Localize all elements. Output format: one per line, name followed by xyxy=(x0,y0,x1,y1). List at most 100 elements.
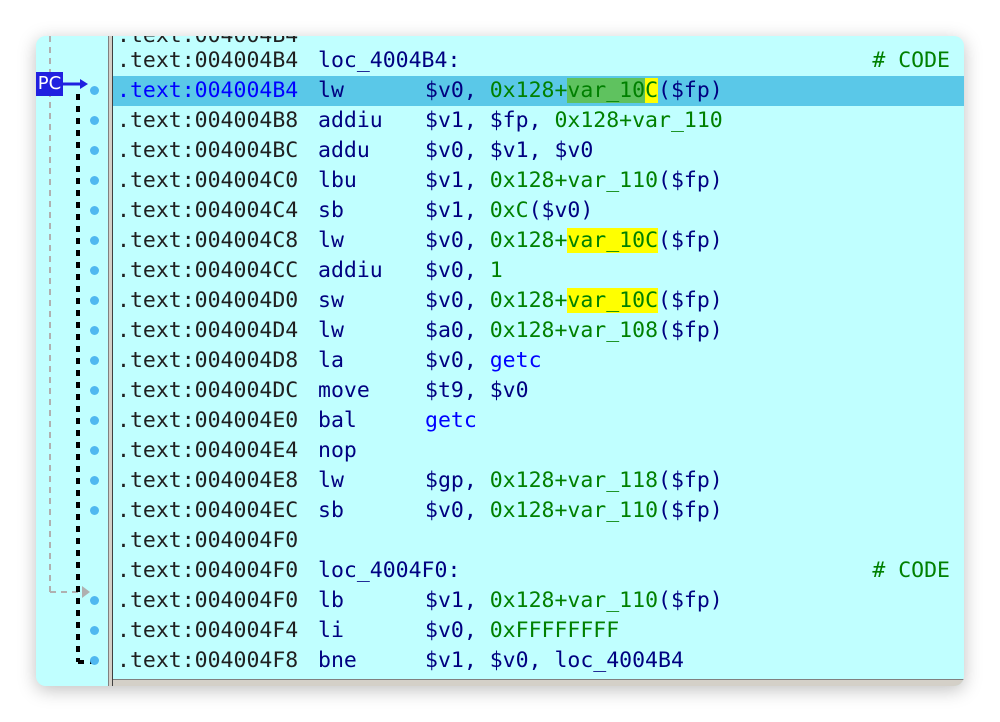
address: .text:004004B4 xyxy=(117,78,299,103)
listing-row[interactable]: .text:004004E8 lw $gp, 0x128+var_118($fp) xyxy=(113,466,964,496)
operand-token[interactable]: $gp, xyxy=(425,468,490,493)
breakpoint-dot-icon[interactable] xyxy=(90,176,99,185)
breakpoint-dot-icon[interactable] xyxy=(90,626,99,635)
operand-token[interactable]: 0x128+var_108 xyxy=(490,318,658,343)
operand-token[interactable]: ($fp) xyxy=(658,588,723,613)
mnemonic: bne xyxy=(318,648,357,673)
breakpoint-dot-icon[interactable] xyxy=(90,86,99,95)
breakpoint-dot-icon[interactable] xyxy=(90,506,99,515)
operands: $gp, 0x128+var_118($fp) xyxy=(425,466,723,496)
operand-token[interactable]: $v1, $fp, xyxy=(425,108,554,133)
listing-row[interactable]: .text:004004CC addiu $v0, 1 xyxy=(113,256,964,286)
operand-token[interactable]: $v1, xyxy=(425,198,490,223)
operand-token[interactable]: ($fp) xyxy=(658,228,723,253)
listing-row[interactable]: .text:004004C0 lbu $v1, 0x128+var_110($fp) xyxy=(113,166,964,196)
operand-token[interactable]: var_10C xyxy=(567,228,659,253)
operand-token[interactable]: 0x128+ xyxy=(490,288,568,313)
listing-row[interactable]: .text:004004D8 la $v0, getc xyxy=(113,346,964,376)
operand-token[interactable]: ($v0) xyxy=(529,198,594,223)
listing-row[interactable]: .text:004004F0 loc_4004F0: # CODE xyxy=(113,556,964,586)
operand-token[interactable]: C xyxy=(645,78,659,103)
operand-token[interactable]: 0x128+var_110 xyxy=(490,168,658,193)
listing-row[interactable]: .text:004004D0 sw $v0, 0x128+var_10C($fp) xyxy=(113,286,964,316)
operands: getc xyxy=(425,406,477,436)
operand-token[interactable]: $t9, $v0 xyxy=(425,378,529,403)
comment: # CODE xyxy=(872,558,950,583)
operand-token[interactable]: $v1, xyxy=(425,588,490,613)
horizontal-scrollbar[interactable] xyxy=(113,679,964,686)
operand-token[interactable]: $v0, xyxy=(425,498,490,523)
listing-row[interactable]: .text:004004F4 li $v0, 0xFFFFFFFF xyxy=(113,616,964,646)
operand-token[interactable]: $v0, xyxy=(425,78,490,103)
operands: $v0, 0x128+var_10C($fp) xyxy=(425,76,723,106)
listing-row[interactable]: .text:004004E4 nop xyxy=(113,436,964,466)
mnemonic: move xyxy=(318,378,370,403)
operand-token[interactable]: ($fp) xyxy=(658,288,723,313)
listing-row[interactable]: .text:004004F0 lb $v1, 0x128+var_110($fp) xyxy=(113,586,964,616)
operand-token[interactable]: $v0, xyxy=(425,228,490,253)
breakpoint-dot-icon[interactable] xyxy=(90,446,99,455)
operand-token[interactable]: 0x128+var_110 xyxy=(490,498,658,523)
operand-token[interactable]: ($fp) xyxy=(658,168,723,193)
operand-token[interactable]: 0x128+var_110 xyxy=(554,108,722,133)
operand-token[interactable]: ($fp) xyxy=(658,498,723,523)
listing-row[interactable]: .text:004004F8 bne $v1, $v0, loc_4004B4 xyxy=(113,646,964,676)
disassembly-listing[interactable]: .text:004004B4 .text:004004B4 loc_4004B4:… xyxy=(113,36,964,680)
breakpoint-dot-icon[interactable] xyxy=(90,266,99,275)
address: .text:004004B4 xyxy=(117,48,299,73)
breakpoint-dot-icon[interactable] xyxy=(90,476,99,485)
operand-token[interactable]: 0x128+var_110 xyxy=(490,588,658,613)
breakpoint-dot-icon[interactable] xyxy=(90,356,99,365)
breakpoint-dot-icon[interactable] xyxy=(90,656,99,665)
label: loc_4004F0: xyxy=(318,558,461,583)
listing-row[interactable]: .text:004004C8 lw $v0, 0x128+var_10C($fp) xyxy=(113,226,964,256)
listing-row[interactable]: .text:004004DC move $t9, $v0 xyxy=(113,376,964,406)
operand-token[interactable]: ($fp) xyxy=(658,468,723,493)
address: .text:004004E0 xyxy=(117,408,299,433)
operand-token[interactable]: ($fp) xyxy=(658,318,723,343)
operand-token[interactable]: $v1, xyxy=(425,168,490,193)
operand-token[interactable]: $v1, $v0, xyxy=(425,648,554,673)
breakpoint-dot-icon[interactable] xyxy=(90,386,99,395)
breakpoint-dot-icon[interactable] xyxy=(90,416,99,425)
listing-row[interactable]: .text:004004BC addu $v0, $v1, $v0 xyxy=(113,136,964,166)
operand-token[interactable]: getc xyxy=(425,408,477,433)
breakpoint-dot-icon[interactable] xyxy=(90,206,99,215)
operand-token[interactable]: 0x128+ xyxy=(490,78,568,103)
operand-token[interactable]: loc_4004B4 xyxy=(554,648,683,673)
operand-token[interactable]: $a0, xyxy=(425,318,490,343)
operand-token[interactable]: $v0, $v1, $v0 xyxy=(425,138,593,163)
address: .text:004004C8 xyxy=(117,228,299,253)
listing-row[interactable]: .text:004004D4 lw $a0, 0x128+var_108($fp) xyxy=(113,316,964,346)
listing-row[interactable]: .text:004004EC sb $v0, 0x128+var_110($fp) xyxy=(113,496,964,526)
breakpoint-dot-icon[interactable] xyxy=(90,296,99,305)
breakpoint-dot-icon[interactable] xyxy=(90,596,99,605)
operand-token[interactable]: ($fp) xyxy=(658,78,723,103)
listing-row[interactable]: .text:004004B4 loc_4004B4: # CODE xyxy=(113,46,964,76)
listing-row[interactable]: .text:004004C4 sb $v1, 0xC($v0) xyxy=(113,196,964,226)
operand-token[interactable]: var_10C xyxy=(567,288,659,313)
operand-token[interactable]: 1 xyxy=(490,258,503,283)
breakpoint-dot-icon[interactable] xyxy=(90,236,99,245)
listing-row[interactable]: .text:004004F0 xyxy=(113,526,964,556)
operand-token[interactable]: $v0, xyxy=(425,288,490,313)
operand-token[interactable]: 0xFFFFFFFF xyxy=(490,618,619,643)
listing-row[interactable]: .text:004004B8 addiu $v1, $fp, 0x128+var_1… xyxy=(113,106,964,136)
operand-token[interactable]: $v0, xyxy=(425,348,490,373)
breakpoint-dot-icon[interactable] xyxy=(90,116,99,125)
operand-token[interactable]: $v0, xyxy=(425,618,490,643)
operand-token[interactable]: $v0, xyxy=(425,258,490,283)
listing-row[interactable]: .text:004004E0 bal getc xyxy=(113,406,964,436)
operand-token[interactable]: 0xC xyxy=(490,198,529,223)
operand-token[interactable]: 0x128+var_118 xyxy=(490,468,658,493)
operand-token[interactable]: var_10 xyxy=(567,78,646,103)
breakpoint-dot-icon[interactable] xyxy=(90,326,99,335)
operand-token[interactable]: 0x128+ xyxy=(490,228,568,253)
operand-token[interactable]: getc xyxy=(490,348,542,373)
address: .text:004004E4 xyxy=(117,438,299,463)
selected-row[interactable]: .text:004004B4 lw $v0, 0x128+var_10C($fp) xyxy=(113,76,964,106)
address: .text:004004E8 xyxy=(117,468,299,493)
mnemonic: addu xyxy=(318,138,370,163)
breakpoint-dot-icon[interactable] xyxy=(90,146,99,155)
address: .text:004004D4 xyxy=(117,318,299,343)
